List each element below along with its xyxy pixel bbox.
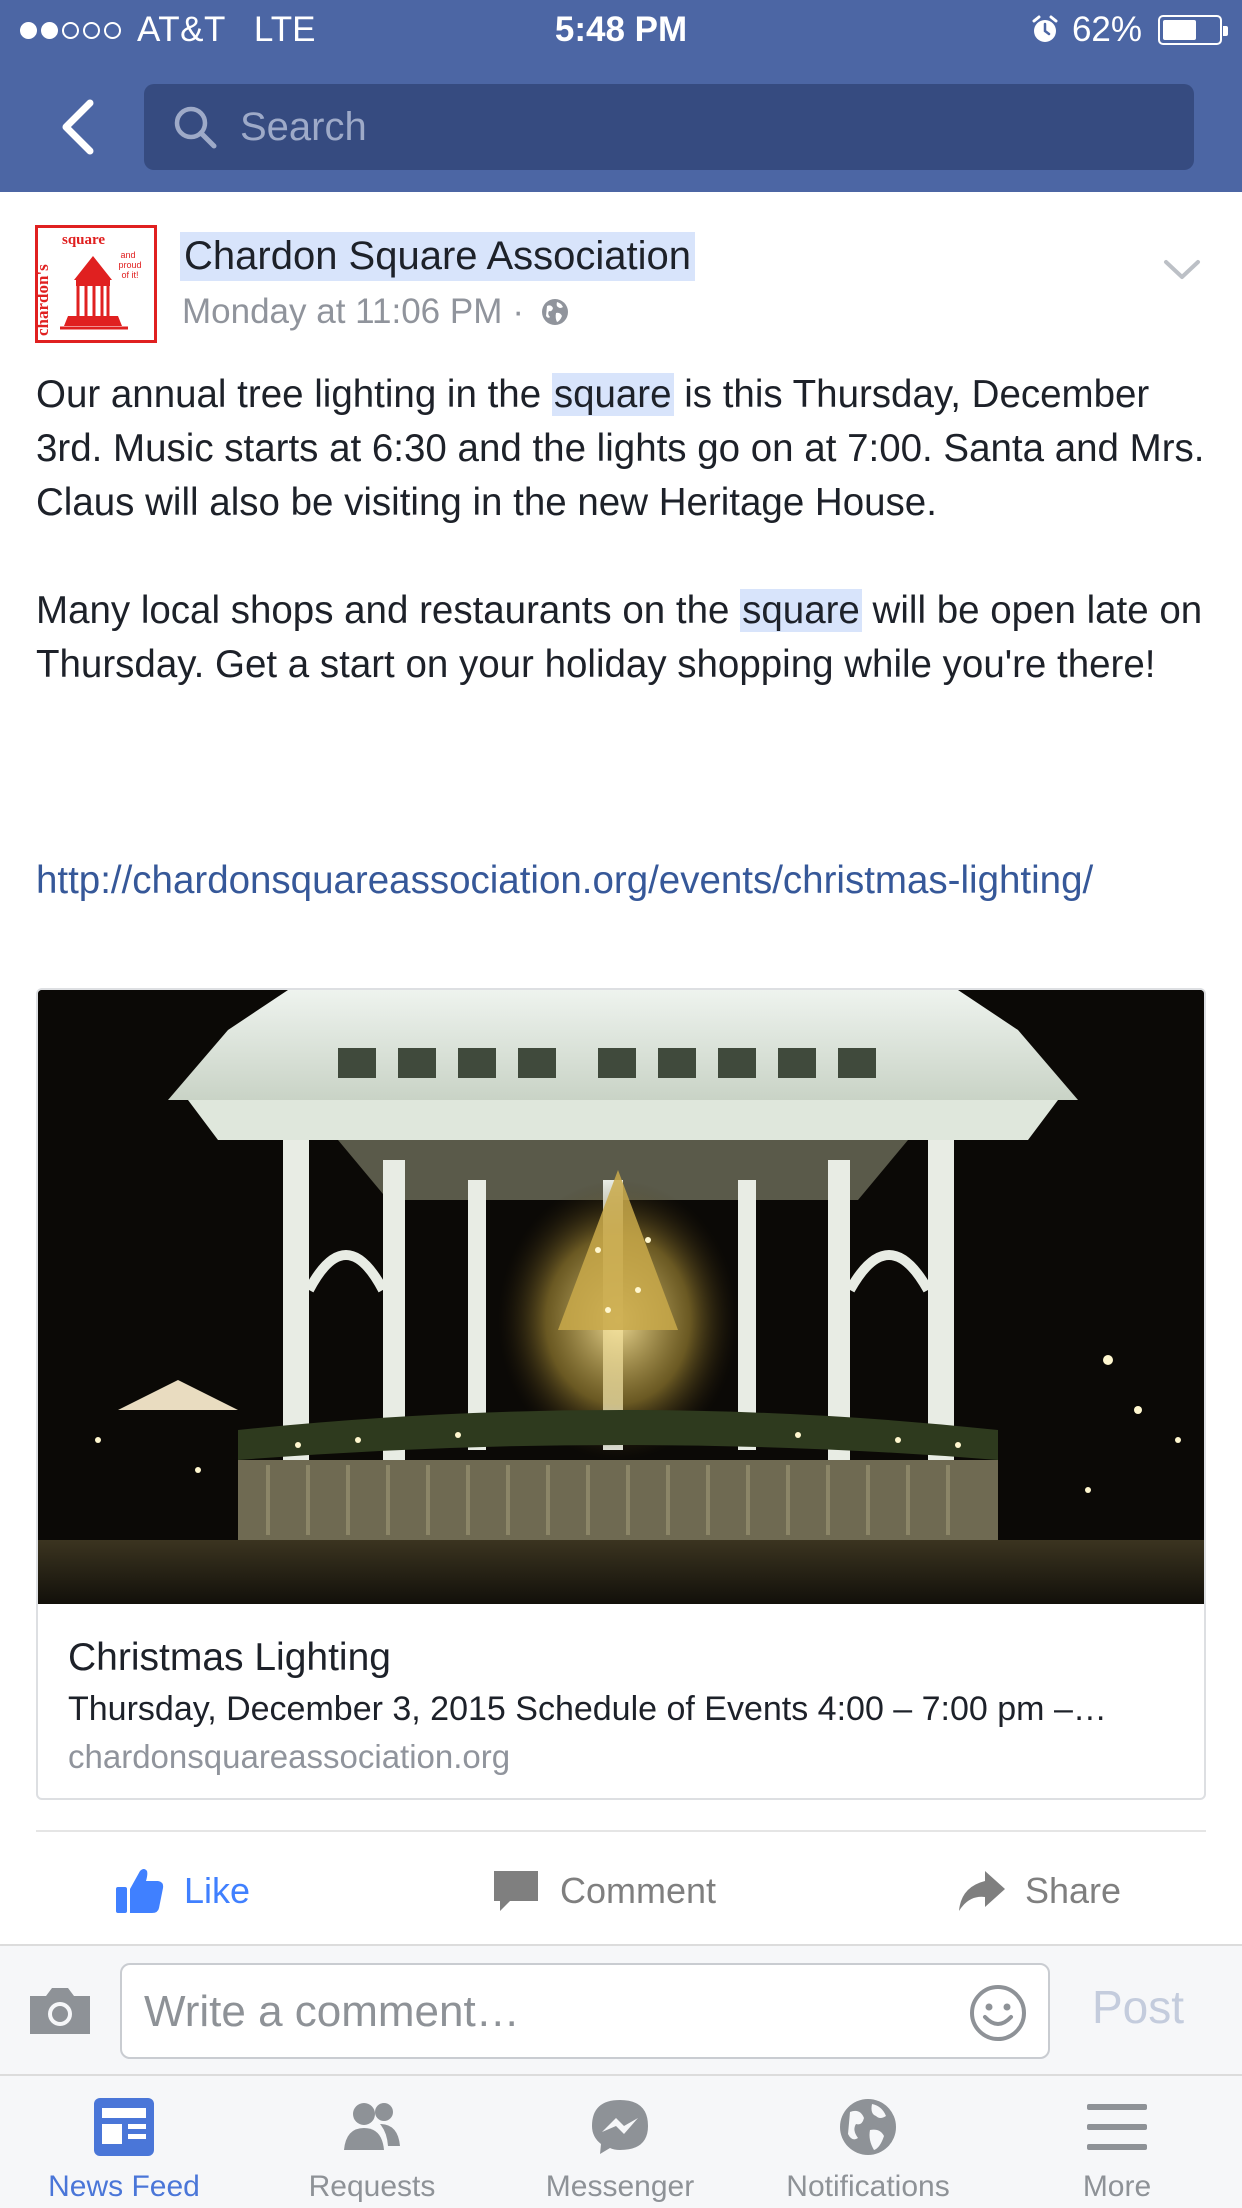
search-highlight: square [740,589,862,632]
battery-tip [1223,26,1228,36]
post-meta: Monday at 11:06 PM · [182,292,570,332]
tab-label: Requests [308,2170,436,2203]
link-preview-card[interactable]: Christmas Lighting Thursday, December 3,… [36,988,1206,1800]
search-input[interactable] [240,104,1140,150]
comment-field[interactable] [120,1963,1050,2059]
back-button[interactable] [48,92,108,162]
search-highlight: square [551,373,674,416]
comment-input[interactable] [144,1983,944,2041]
tab-requests[interactable]: Requests [248,2076,496,2208]
globe-icon [542,299,569,325]
tab-news-feed[interactable]: News Feed [0,2076,248,2208]
link-preview-title: Christmas Lighting [68,1636,391,1679]
text-segment: Our annual tree lighting in the [36,373,552,416]
status-bar: AT&T LTE 5:48 PM 62% [0,0,1242,62]
battery-icon [1158,15,1228,45]
post-options-button[interactable] [1160,250,1204,290]
share-icon [959,1871,1005,1911]
post-author-name[interactable]: Chardon Square Association [180,232,695,281]
comment-label: Comment [560,1870,717,1911]
svg-text:proud: proud [118,260,141,270]
comment-button[interactable]: Comment [490,1856,716,1926]
comment-composer: Post [0,1946,1242,2074]
tab-notifications[interactable]: Notifications [744,2076,992,2208]
thumbs-up-icon [116,1869,164,1913]
tab-bar: News Feed Requests Messenger Notificatio… [0,2076,1242,2208]
battery-percent: 62% [1071,10,1142,49]
tab-more[interactable]: More [992,2076,1242,2208]
post-paragraph-2: Many local shops and restaurants on the … [36,584,1206,692]
text-segment: Many local shops and restaurants on the [36,589,741,632]
svg-text:chardon's: chardon's [38,264,52,336]
post-timestamp[interactable]: Monday at 11:06 PM [182,292,502,332]
status-right: 62% [1030,10,1228,50]
chardon-square-logo: chardon's square and proud of it! [38,232,142,336]
messenger-icon [592,2100,648,2154]
app-header: AT&T LTE 5:48 PM 62% [0,0,1242,192]
divider [36,1830,1206,1832]
emoji-icon[interactable] [968,1983,1028,2043]
post-message: Our annual tree lighting in the square i… [36,368,1206,746]
search-icon [174,106,217,149]
tab-label: Messenger [545,2170,695,2203]
like-button[interactable]: Like [114,1856,250,1926]
link-preview-domain: chardonsquareassociation.org [68,1738,511,1775]
svg-text:and: and [120,250,135,260]
comment-icon [494,1871,538,1911]
like-label: Like [184,1870,251,1911]
globe-icon [840,2099,896,2155]
link-preview-image [38,990,1204,1604]
battery-fill [1163,20,1196,40]
post-comment-button[interactable]: Post [1092,1980,1184,2034]
alarm-icon [1032,15,1058,42]
chevron-down-icon [1164,260,1200,279]
friend-requests-icon [344,2103,400,2150]
post-paragraph-1: Our annual tree lighting in the square i… [36,368,1206,530]
menu-icon [1087,2104,1147,2150]
svg-text:square: square [62,232,105,248]
tab-label: News Feed [48,2170,200,2203]
post-link[interactable]: http://chardonsquareassociation.org/even… [36,854,1186,908]
svg-text:of it!: of it! [121,270,138,280]
chevron-left-icon [62,99,94,155]
share-label: Share [1025,1870,1122,1911]
page-avatar[interactable]: chardon's square and proud of it! [35,225,157,343]
camera-icon[interactable] [26,1984,94,2038]
tab-label: More [1082,2170,1152,2203]
meta-separator: · [512,292,525,331]
search-bar[interactable] [144,84,1194,170]
link-preview-description: Thursday, December 3, 2015 Schedule of E… [68,1690,1107,1728]
tab-messenger[interactable]: Messenger [496,2076,744,2208]
tab-label: Notifications [786,2170,950,2203]
news-feed-icon [94,2098,154,2156]
share-button[interactable]: Share [955,1856,1121,1926]
